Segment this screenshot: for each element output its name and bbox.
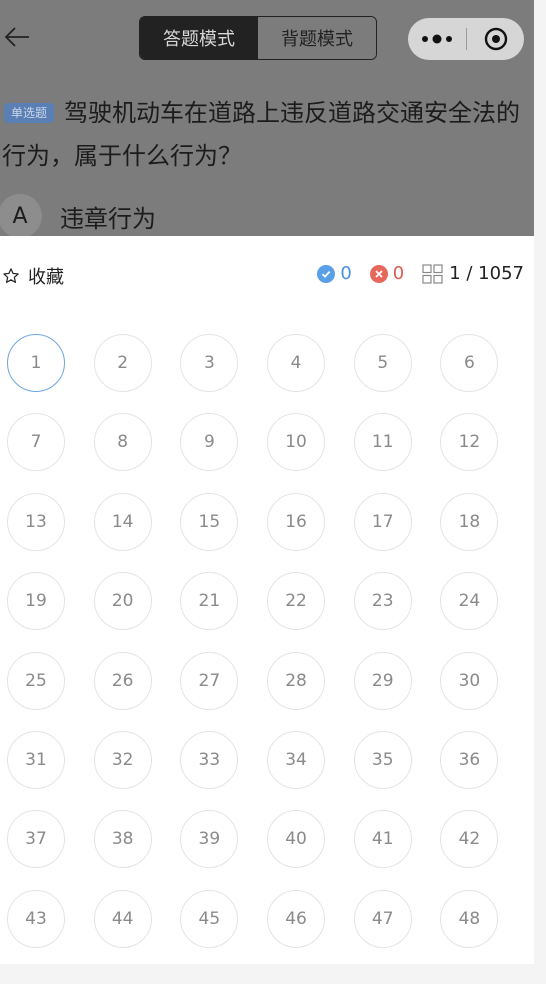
mode-switch: 答题模式 背题模式 — [139, 16, 377, 60]
tab-answer-mode[interactable]: 答题模式 — [140, 17, 258, 59]
question-type-badge: 单选题 — [4, 103, 55, 123]
question-number-button[interactable]: 29 — [353, 651, 412, 710]
question-number-button[interactable]: 48 — [440, 889, 499, 948]
question-number-button[interactable]: 3 — [180, 334, 239, 392]
answer-sheet-bar: 收藏 0 0 1 / 1057 — [0, 236, 534, 316]
question-number-button[interactable]: 39 — [180, 810, 239, 869]
question-number-button[interactable]: 26 — [93, 651, 152, 710]
question-number-button[interactable]: 43 — [7, 889, 65, 948]
question-number-button[interactable]: 40 — [267, 810, 326, 869]
question-number-button[interactable]: 47 — [353, 889, 412, 948]
question-number-button[interactable]: 2 — [93, 334, 152, 392]
grid-icon — [422, 263, 443, 284]
question-number-button[interactable]: 13 — [7, 492, 65, 551]
cross-circle-icon — [369, 264, 388, 283]
question-number-button[interactable]: 44 — [93, 889, 152, 948]
question-number-button[interactable]: 15 — [180, 492, 239, 551]
tab-memorize-mode[interactable]: 背题模式 — [258, 17, 376, 59]
question-number-button[interactable]: 16 — [267, 492, 326, 551]
question-number-button[interactable]: 45 — [180, 889, 239, 948]
arrow-left-icon[interactable] — [2, 22, 32, 52]
question-number-button[interactable]: 4 — [267, 334, 326, 392]
question-number-grid: 1 2 3 4 5 6 7 8 9 10 11 12 13 14 15 16 17 18 19 20 21 22 23 24 2… — [7, 334, 527, 948]
question-number-button[interactable]: 7 — [7, 413, 65, 472]
question-number-button[interactable]: 8 — [93, 413, 152, 472]
question-number-button[interactable]: 23 — [353, 572, 412, 631]
question-number-button[interactable]: 28 — [267, 651, 326, 710]
question-number-button[interactable]: 38 — [93, 810, 152, 869]
question-number-button[interactable]: 14 — [93, 492, 152, 551]
more-dots-icon[interactable] — [408, 18, 466, 60]
question-number-button[interactable]: 41 — [353, 810, 412, 869]
question-number-button[interactable]: 10 — [267, 413, 326, 472]
question-number-button[interactable]: 5 — [353, 334, 412, 392]
favorite-label: 收藏 — [28, 267, 64, 288]
correct-count-value: 0 — [340, 263, 352, 284]
question-number-button[interactable]: 42 — [440, 810, 499, 869]
question-number-button[interactable]: 30 — [440, 651, 499, 710]
option-letter: A — [0, 194, 42, 236]
question-text-block: 单选题 驾驶机动车在道路上违反道路交通安全法的行为，属于什么行为？ — [2, 92, 528, 178]
question-number-button[interactable]: 9 — [180, 413, 239, 472]
progress-text: 1 / 1057 — [449, 263, 524, 284]
question-number-button[interactable]: 37 — [7, 810, 65, 869]
answer-sheet-panel: 收藏 0 0 1 / 1057 1 2 3 4 5 6 7 8 9 10 11 12 13 14 15 16 1… — [0, 236, 534, 964]
question-number-button[interactable]: 1 — [7, 334, 65, 392]
option-text: 违章行为 — [60, 204, 156, 233]
question-number-button[interactable]: 17 — [353, 492, 412, 551]
answer-stats: 0 0 1 / 1057 — [299, 263, 524, 284]
question-number-button[interactable]: 22 — [267, 572, 326, 631]
question-number-button[interactable]: 33 — [180, 730, 239, 789]
question-number-button[interactable]: 6 — [440, 334, 499, 392]
question-number-button[interactable]: 31 — [7, 730, 65, 789]
option-a[interactable]: A 违章行为 — [0, 193, 156, 236]
wrong-count: 0 — [369, 263, 405, 284]
question-number-button[interactable]: 34 — [267, 730, 326, 789]
question-number-button[interactable]: 21 — [180, 572, 239, 631]
target-circle-icon[interactable] — [467, 18, 524, 60]
question-text: 驾驶机动车在道路上违反道路交通安全法的行为，属于什么行为？ — [2, 99, 521, 170]
question-number-button[interactable]: 46 — [267, 889, 326, 948]
miniprogram-capsule — [408, 18, 524, 60]
question-number-button[interactable]: 25 — [7, 651, 65, 710]
question-number-button[interactable]: 27 — [180, 651, 239, 710]
question-number-button[interactable]: 24 — [440, 572, 499, 631]
dimmed-question-area: 答题模式 背题模式 单选题 驾驶机动车在道路上违反道路交通安全法的行为，属于什么行… — [0, 0, 534, 236]
question-number-button[interactable]: 36 — [440, 730, 499, 789]
question-number-button[interactable]: 20 — [93, 572, 152, 631]
question-number-button[interactable]: 19 — [7, 572, 65, 631]
question-number-button[interactable]: 35 — [353, 730, 412, 789]
star-outline-icon — [3, 268, 19, 283]
question-number-button[interactable]: 32 — [93, 730, 152, 789]
question-number-button[interactable]: 11 — [353, 413, 412, 472]
check-circle-icon — [317, 264, 336, 283]
question-number-button[interactable]: 12 — [440, 413, 499, 472]
correct-count: 0 — [317, 263, 352, 284]
progress-indicator[interactable]: 1 / 1057 — [422, 263, 524, 284]
favorite-button[interactable]: 收藏 — [2, 263, 64, 289]
question-number-button[interactable]: 18 — [440, 492, 499, 551]
wrong-count-value: 0 — [392, 263, 405, 284]
